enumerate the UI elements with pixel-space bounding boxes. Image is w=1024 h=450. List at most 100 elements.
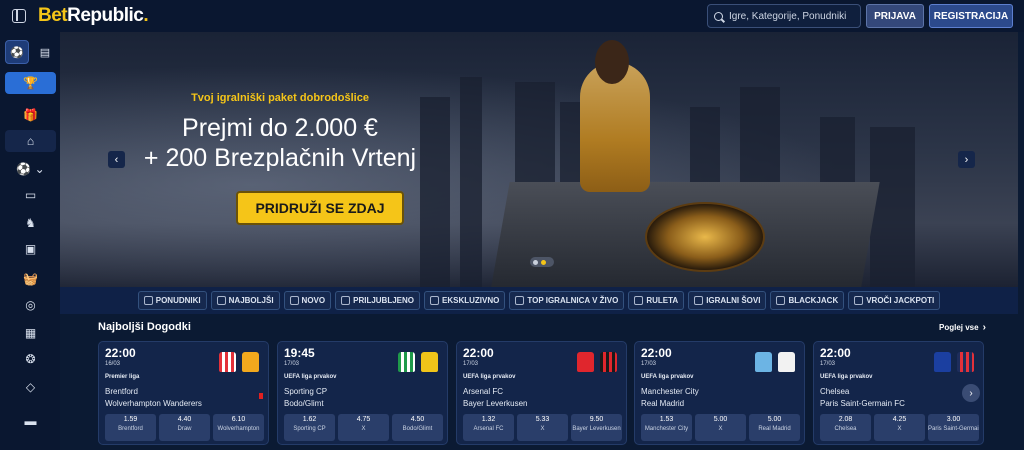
odds-button[interactable]: 4.25 X [874, 414, 925, 441]
odds-button[interactable]: 4.50 Bodo/Glimt [392, 414, 443, 441]
logo-dot: . [143, 5, 149, 26]
medal-icon[interactable]: ◎ [5, 294, 56, 316]
category-tab[interactable]: BLACKJACK [770, 291, 845, 310]
category-tab[interactable]: PRILJUBLJENO [335, 291, 421, 310]
sidebar: ⚽ ▤ 🏆 🎁 ⌂ ⚽ ⌄ ▭ ♞ ▣ 🧺 ◎ ▦ ❂ ◇ ▬ [0, 32, 60, 450]
banner-next-button[interactable]: › [958, 151, 975, 168]
search-placeholder: Igre, Kategorije, Ponudniki [729, 10, 847, 22]
section-title: Najboljši Dogodki [98, 321, 191, 333]
match-league: UEFA liga prvakov [284, 374, 337, 380]
match-card[interactable]: 19:45 17/03 UEFA liga prvakov Sporting CP Bo… [277, 341, 448, 445]
language-flag-icon[interactable]: ▬ [5, 410, 56, 432]
category-tab[interactable]: VROČI JACKPOTI [848, 291, 941, 310]
see-all-link[interactable]: Poglej vse › [939, 322, 986, 333]
match-card[interactable]: 22:00 17/03 UEFA liga prvakov Arsenal FC Bay… [456, 341, 627, 445]
match-time: 22:00 [641, 346, 672, 360]
odds-button[interactable]: 3.00 Paris Saint-Germain [928, 414, 979, 441]
category-tab[interactable]: TOP IGRALNICA V ŽIVO [509, 291, 625, 310]
search-input[interactable]: Igre, Kategorije, Ponudniki [707, 4, 861, 28]
category-tab[interactable]: NAJBOLJŠI [210, 291, 280, 310]
category-tab[interactable]: PONUDNIKI [137, 291, 207, 310]
odds-value: 1.62 [302, 416, 317, 423]
category-icon [634, 296, 644, 305]
login-button[interactable]: PRIJAVA [866, 4, 924, 28]
odds-button[interactable]: 6.10 Wolverhampton [213, 414, 264, 441]
carousel-toggle[interactable] [530, 257, 554, 267]
odds-value: 4.75 [356, 416, 371, 423]
odds-button[interactable]: 1.59 Brentford [105, 414, 156, 441]
match-date: 17/03 [820, 361, 836, 367]
logo-bet: Bet [38, 5, 68, 26]
odds-label: Paris Saint-Germain [928, 426, 979, 432]
promo-banner: Tvoj igralniški paket dobrodošlice Prejm… [60, 32, 1018, 287]
odds-button[interactable]: 9.50 Bayer Leverkusen [571, 414, 622, 441]
category-icon [515, 296, 525, 305]
odds-label: Sporting CP [293, 426, 326, 432]
banner-prev-button[interactable]: ‹ [108, 151, 125, 168]
promo-icon[interactable]: ❂ [5, 348, 56, 370]
category-tab[interactable]: RULETA [628, 291, 685, 310]
soccer-ball-icon[interactable]: ⚽ [5, 40, 29, 64]
odds-button[interactable]: 1.32 Arsenal FC [463, 414, 514, 441]
live-icon[interactable]: ▭ [5, 184, 56, 206]
category-icon [341, 296, 351, 305]
home-jersey-icon [934, 352, 951, 372]
promo-subtitle: Tvoj igralniški paket dobrodošlice [191, 92, 369, 104]
category-label: NAJBOLJŠI [228, 296, 274, 305]
odds-button[interactable]: 5.00 Real Madrid [749, 414, 800, 441]
odds-label: Arsenal FC [473, 426, 504, 432]
logo-republic: Republic [67, 5, 144, 26]
odds-button[interactable]: 4.40 Draw [159, 414, 210, 441]
category-icon [430, 296, 440, 305]
promo-headline-1: Prejmi do 2.000 € [182, 114, 378, 142]
register-button[interactable]: REGISTRACIJA [929, 4, 1013, 28]
match-card[interactable]: 22:00 16/03 Premier liga Brentford Wolverham… [98, 341, 269, 445]
category-tab[interactable]: NOVO [283, 291, 332, 310]
skyline [870, 127, 915, 287]
trophy-icon[interactable]: 🏆 [5, 72, 56, 94]
horse-icon[interactable]: ♞ [5, 212, 56, 234]
logo[interactable]: Bet Republic. [38, 5, 149, 27]
match-date: 17/03 [463, 361, 479, 367]
home-icon[interactable]: ⌂ [5, 130, 56, 152]
odds-value: 4.40 [177, 416, 192, 423]
odds-button[interactable]: 2.08 Chelsea [820, 414, 871, 441]
category-tab[interactable]: EKSKLUZIVNO [424, 291, 506, 310]
match-card[interactable]: 22:00 17/03 UEFA liga prvakov Chelsea Paris … [813, 341, 984, 445]
betslip-icon[interactable]: ▤ [33, 40, 57, 64]
odds-label: Brentford [118, 426, 143, 432]
category-bar: PONUDNIKI NAJBOLJŠI NOVO PRILJUBLJENO EKSKLU… [60, 287, 1018, 314]
away-team: Wolverhampton Wanderers [105, 399, 202, 408]
match-card[interactable]: 22:00 17/03 UEFA liga prvakov Manchester Ci… [634, 341, 805, 445]
slots-icon[interactable]: ▣ [5, 238, 56, 260]
odds-button[interactable]: 5.33 X [517, 414, 568, 441]
match-league: UEFA liga prvakov [641, 374, 694, 380]
events-next-button[interactable]: › [962, 384, 980, 402]
join-now-button[interactable]: PRIDRUŽI SE ZDAJ [236, 191, 404, 225]
casino-icon[interactable]: ▦ [5, 322, 56, 344]
sidebar-toggle-icon[interactable] [12, 9, 26, 23]
odds-button[interactable]: 5.00 X [695, 414, 746, 441]
odds-button[interactable]: 4.75 X [338, 414, 389, 441]
model-head [595, 40, 629, 84]
match-league: UEFA liga prvakov [463, 374, 516, 380]
match-date: 16/03 [105, 361, 121, 367]
category-tab[interactable]: IGRALNI ŠOVI [688, 291, 767, 310]
category-label: IGRALNI ŠOVI [706, 296, 761, 305]
category-icon [776, 296, 786, 305]
category-icon [216, 296, 226, 305]
gift-icon[interactable]: 🎁 [5, 104, 56, 126]
diamond-icon[interactable]: ◇ [5, 376, 56, 398]
odds-button[interactable]: 1.53 Manchester City [641, 414, 692, 441]
sports-icon[interactable]: ⚽ ⌄ [5, 158, 56, 180]
home-team: Sporting CP [284, 387, 328, 396]
odds-value: 5.00 [713, 416, 728, 423]
match-time: 22:00 [463, 346, 494, 360]
away-team: Real Madrid [641, 399, 685, 408]
odds-button[interactable]: 1.62 Sporting CP [284, 414, 335, 441]
basket-icon[interactable]: 🧺 [5, 268, 56, 290]
odds-value: 4.50 [410, 416, 425, 423]
odds-label: Bayer Leverkusen [572, 426, 621, 432]
odds-label: X [540, 426, 545, 432]
roulette-wheel-image [645, 202, 765, 272]
